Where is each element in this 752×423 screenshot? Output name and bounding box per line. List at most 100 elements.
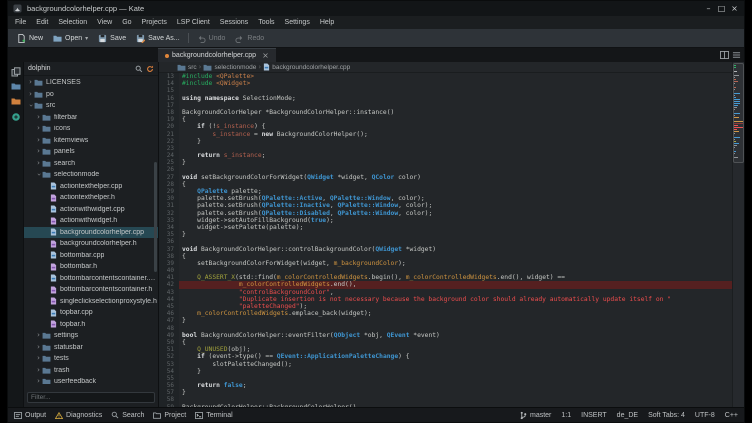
menu-selection[interactable]: Selection: [53, 16, 92, 29]
tree-item[interactable]: ›userfeedback: [24, 376, 158, 384]
tree-item[interactable]: ›trash: [24, 365, 158, 377]
status-cursor-position[interactable]: 1:1: [561, 412, 571, 419]
toolbar-new-button[interactable]: New: [12, 29, 48, 47]
tree-item[interactable]: ›selectionmode: [24, 169, 158, 181]
code-token: BackgroundColorHelper();: [273, 131, 368, 138]
status-dictionary[interactable]: de_DE: [617, 412, 638, 419]
code-token: return: [197, 382, 220, 389]
status-tab-settings[interactable]: Soft Tabs: 4: [648, 412, 685, 419]
breadcrumb-item[interactable]: src: [177, 64, 197, 71]
tree-item[interactable]: singleclickselectionproxystyle.h: [24, 296, 158, 308]
code-line: 41 Q_ASSERT_X(std::find(m_colorControlle…: [159, 274, 732, 281]
toolbar-undo-button[interactable]: Undo: [192, 29, 231, 47]
expand-icon[interactable]: ›: [27, 91, 34, 98]
tree-item[interactable]: actiontexthelper.h: [24, 192, 158, 204]
tree-scrollbar[interactable]: [154, 162, 157, 272]
filter-input[interactable]: [27, 392, 155, 403]
tree-item[interactable]: actiontexthelper.cpp: [24, 181, 158, 193]
tree-item[interactable]: bottombarcontentscontainer.cpp: [24, 273, 158, 285]
expand-icon[interactable]: ›: [35, 344, 42, 351]
tree-item[interactable]: ›icons: [24, 123, 158, 135]
tree-item[interactable]: ›filterbar: [24, 112, 158, 124]
tree-item[interactable]: bottombar.h: [24, 261, 158, 273]
tree-item[interactable]: bottombar.cpp: [24, 250, 158, 262]
tab-close-icon[interactable]: ×: [262, 51, 269, 60]
status-input-mode[interactable]: INSERT: [581, 412, 607, 419]
expand-icon[interactable]: ›: [35, 355, 42, 362]
menu-projects[interactable]: Projects: [137, 16, 172, 29]
status-syntax-mode[interactable]: C++: [725, 412, 738, 419]
tree-item[interactable]: ›LICENSES: [24, 77, 158, 89]
menu-tools[interactable]: Tools: [253, 16, 279, 29]
expand-icon[interactable]: ›: [35, 148, 42, 155]
toolbar-open-button[interactable]: Open▾: [48, 29, 93, 47]
expand-icon[interactable]: ›: [35, 367, 42, 374]
minimap-view-region[interactable]: [733, 63, 744, 163]
expand-icon[interactable]: ›: [35, 114, 42, 121]
document-list-icon[interactable]: [732, 51, 741, 59]
tree-item[interactable]: backgroundcolorhelper.h: [24, 238, 158, 250]
expand-icon[interactable]: ›: [35, 332, 42, 339]
status-encoding[interactable]: UTF-8: [695, 412, 715, 419]
tree-item[interactable]: ›search: [24, 158, 158, 170]
menu-file[interactable]: File: [10, 16, 31, 29]
split-view-icon[interactable]: [720, 51, 729, 59]
status-git-branch[interactable]: master: [520, 411, 551, 420]
expand-icon[interactable]: ›: [35, 125, 42, 132]
tree-item[interactable]: ›kitemviews: [24, 135, 158, 147]
maximize-icon[interactable]: □: [715, 1, 728, 16]
tree-item[interactable]: topbar.h: [24, 319, 158, 331]
expand-icon[interactable]: ›: [27, 79, 34, 86]
menu-view[interactable]: View: [92, 16, 117, 29]
close-icon[interactable]: ×: [728, 1, 741, 16]
tree-item[interactable]: ›panels: [24, 146, 158, 158]
tree-item[interactable]: ›tests: [24, 353, 158, 365]
minimize-icon[interactable]: –: [702, 1, 715, 16]
tab-backgroundcolorhelper[interactable]: backgroundcolorhelper.cpp ×: [158, 48, 276, 62]
text-editor[interactable]: 13#include <QPalette>14#include <QWidget…: [159, 73, 732, 407]
code-text: #include <QWidget>: [179, 80, 732, 87]
code-text: setBackgroundColorForWidget(widget, m_ba…: [179, 260, 732, 267]
panel-button-search[interactable]: Search: [111, 411, 144, 419]
tree-item[interactable]: topbar.cpp: [24, 307, 158, 319]
sidebar-tool-documents[interactable]: [8, 64, 23, 79]
tree-item[interactable]: ›settings: [24, 330, 158, 342]
toolbar-save-button[interactable]: Save: [93, 29, 131, 47]
minimap-scrollbar[interactable]: [732, 62, 744, 407]
tree-item[interactable]: ›src: [24, 100, 158, 112]
tree-item[interactable]: bottombarcontentscontainer.h: [24, 284, 158, 296]
collapse-icon[interactable]: ›: [27, 102, 34, 109]
menu-lsp-client[interactable]: LSP Client: [172, 16, 215, 29]
tree-item[interactable]: actionwithwidget.cpp: [24, 204, 158, 216]
code-token: <QPalette>: [216, 73, 254, 80]
menu-sessions[interactable]: Sessions: [215, 16, 253, 29]
breadcrumb-item[interactable]: backgroundcolorhelper.cpp: [263, 63, 350, 71]
menu-edit[interactable]: Edit: [31, 16, 53, 29]
titlebar[interactable]: backgroundcolorhelper.cpp — Kate – □ ×: [8, 1, 744, 16]
menu-go[interactable]: Go: [117, 16, 136, 29]
menu-help[interactable]: Help: [315, 16, 339, 29]
panel-button-output[interactable]: Output: [14, 412, 46, 419]
refresh-icon[interactable]: [146, 65, 154, 73]
folder-icon: [34, 102, 43, 109]
toolbar-redo-button[interactable]: Redo: [230, 29, 269, 47]
tree-item[interactable]: actionwithwidget.h: [24, 215, 158, 227]
tree-item[interactable]: ›po: [24, 89, 158, 101]
tree-item[interactable]: ›statusbar: [24, 342, 158, 354]
sidebar-tool-filesystem[interactable]: [8, 79, 23, 94]
code-token: if: [197, 353, 205, 360]
menu-settings[interactable]: Settings: [280, 16, 315, 29]
breadcrumb-item[interactable]: selectionmode: [203, 64, 256, 71]
search-icon[interactable]: [135, 65, 143, 73]
collapse-icon[interactable]: ›: [35, 171, 42, 178]
tree-item[interactable]: backgroundcolorhelper.cpp: [24, 227, 158, 239]
sidebar-tool-projects[interactable]: [8, 94, 23, 109]
expand-icon[interactable]: ›: [35, 137, 42, 144]
expand-icon[interactable]: ›: [35, 160, 42, 167]
panel-button-diagnostics[interactable]: Diagnostics: [55, 412, 102, 419]
panel-button-terminal[interactable]: Terminal: [195, 412, 232, 419]
toolbar-saveas-button[interactable]: Save As...: [131, 29, 185, 47]
panel-button-project[interactable]: Project: [153, 412, 186, 419]
sidebar-tool-symbols[interactable]: [8, 109, 23, 124]
code-token: namespace: [205, 95, 239, 102]
